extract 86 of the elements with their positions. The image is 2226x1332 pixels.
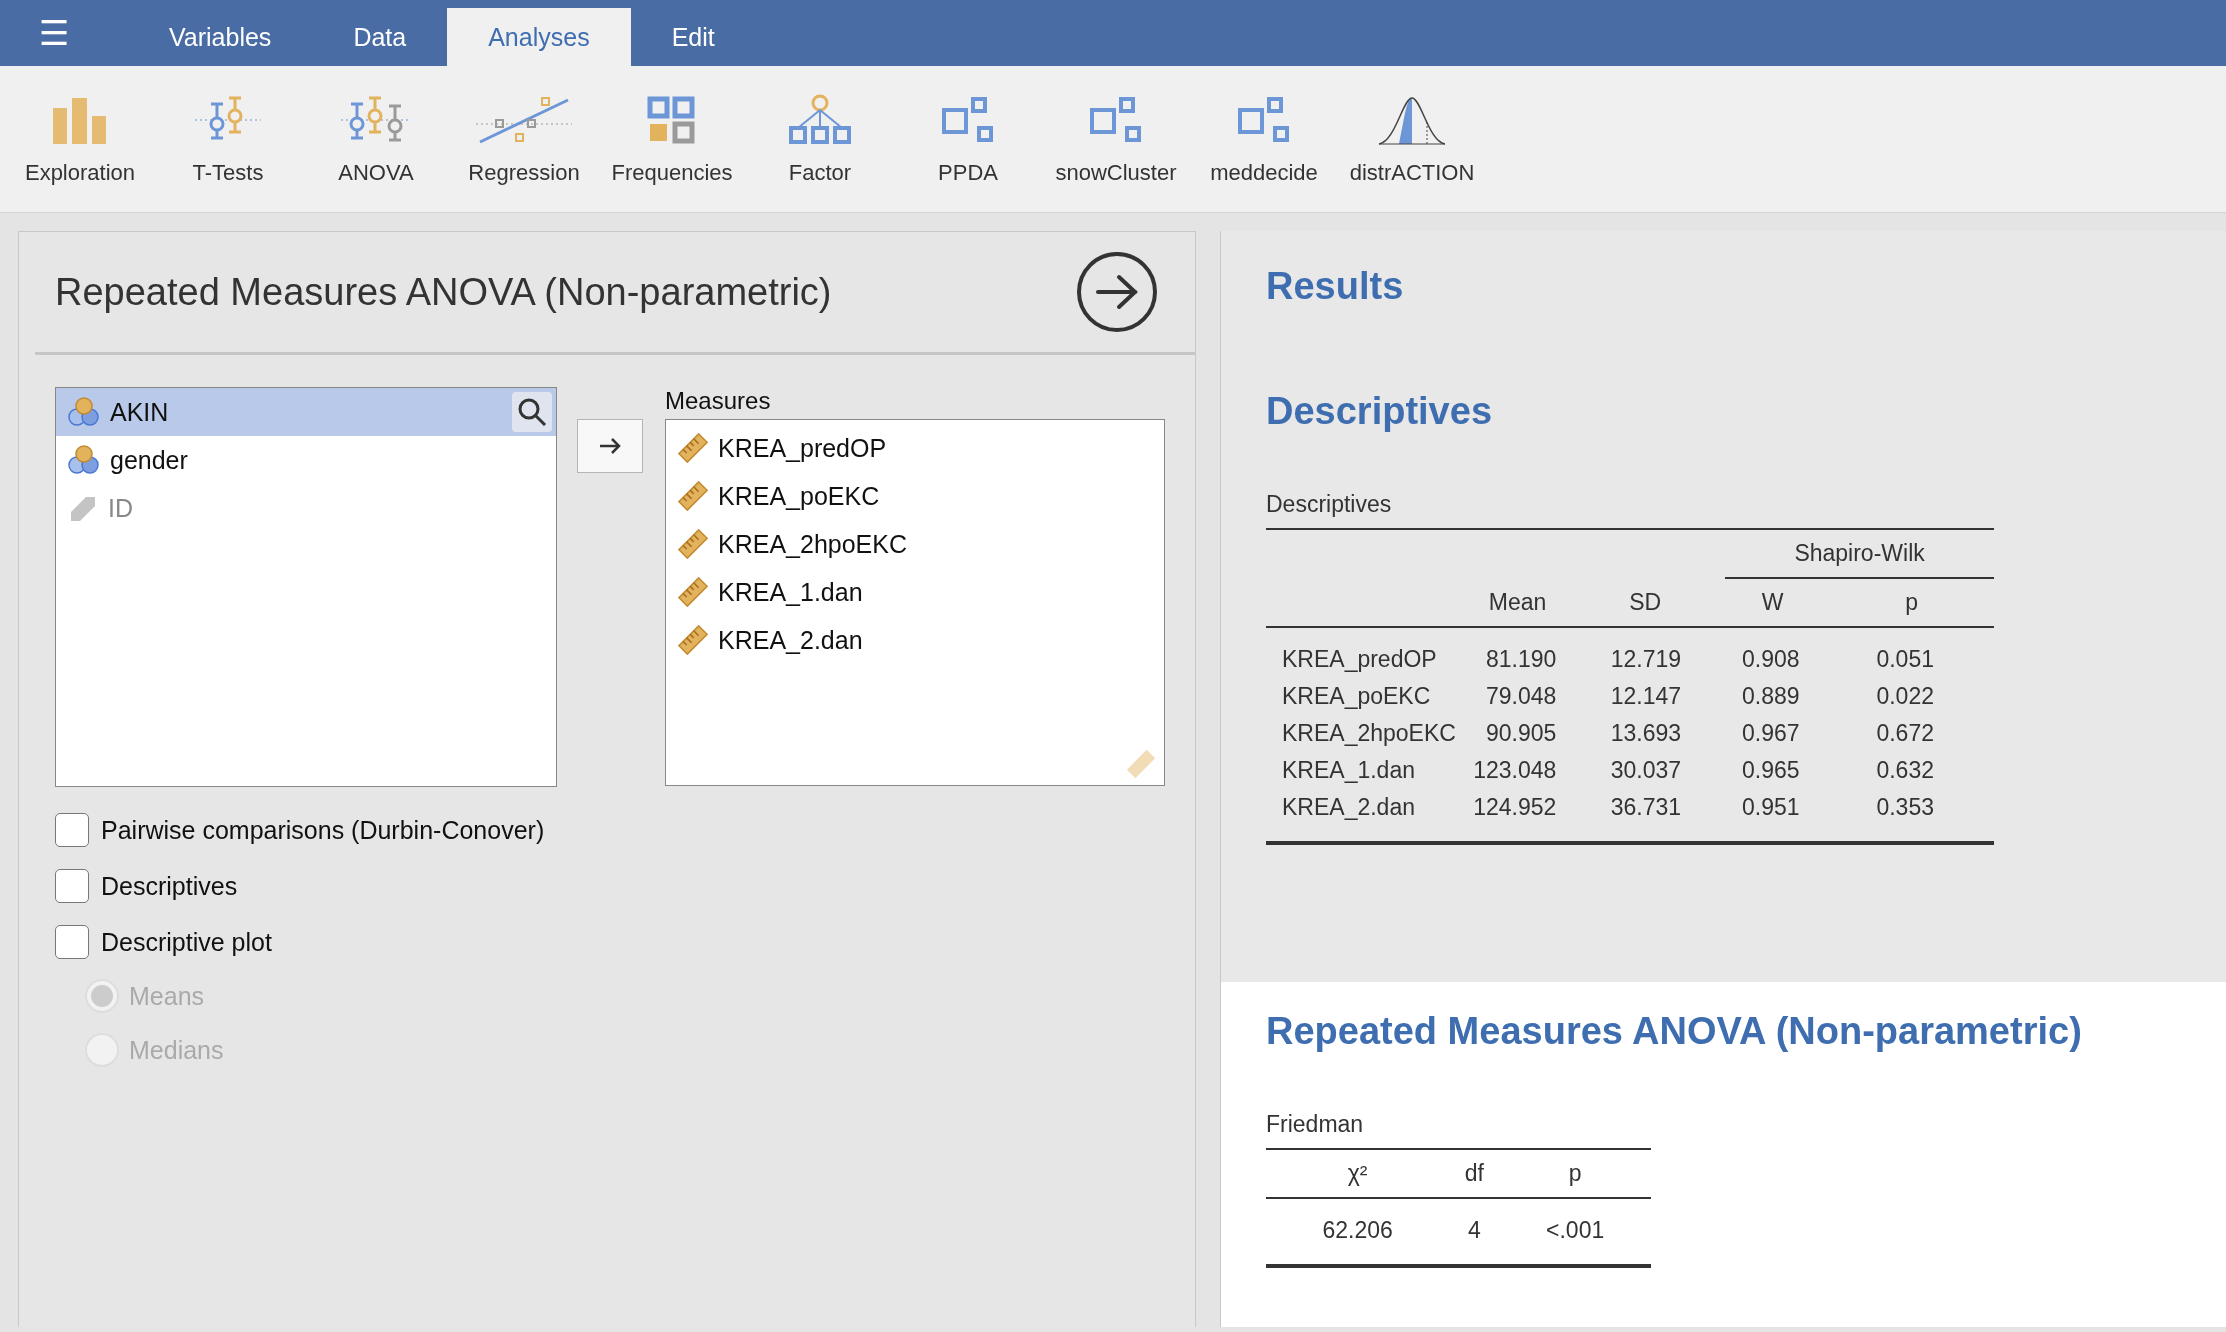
table-cell: KREA_predOP bbox=[1266, 627, 1456, 678]
table-cell: 4 bbox=[1449, 1198, 1500, 1267]
grid-icon bbox=[647, 96, 697, 146]
table-cell: 0.908 bbox=[1725, 627, 1860, 678]
table-cell-text: 0.965 bbox=[1741, 756, 1801, 785]
checkbox[interactable] bbox=[55, 813, 89, 847]
table-cell: 0.353 bbox=[1859, 789, 1994, 843]
table-cell-text: 0.022 bbox=[1875, 682, 1935, 711]
table-cell: 81.190 bbox=[1455, 627, 1595, 678]
nominal-variable-icon bbox=[68, 445, 100, 475]
table-cell: 0.951 bbox=[1725, 789, 1860, 843]
table-cell-text: 30.037 bbox=[1609, 756, 1683, 785]
toolbar-button[interactable]: Factor bbox=[746, 66, 894, 212]
panel-title: Repeated Measures ANOVA (Non-parametric) bbox=[55, 270, 832, 314]
section-heading: Repeated Measures ANOVA (Non-parametric) bbox=[1266, 1009, 2083, 1054]
tab[interactable]: Analyses bbox=[447, 8, 631, 66]
arrow-right-icon bbox=[598, 437, 622, 455]
column-header: df bbox=[1449, 1149, 1500, 1199]
variable-item[interactable]: KREA_2hpoEKC bbox=[666, 520, 1164, 568]
variable-item[interactable]: KREA_1.dan bbox=[666, 568, 1164, 616]
table-cell-text: 12.147 bbox=[1609, 682, 1683, 711]
table-cell-text: KREA_1.dan bbox=[1281, 756, 1416, 785]
radio-label: Medians bbox=[129, 1035, 224, 1065]
variable-item[interactable]: gender bbox=[56, 436, 556, 484]
radio-label: Means bbox=[129, 981, 205, 1011]
checkbox-label: Descriptives bbox=[101, 871, 238, 901]
table-cell-text: KREA_2hpoEKC bbox=[1281, 719, 1456, 748]
column-header: W bbox=[1725, 578, 1860, 627]
table-cell: KREA_2.dan bbox=[1266, 789, 1456, 843]
menu-button[interactable]: ☰ bbox=[26, 0, 82, 66]
column-header: χ² bbox=[1266, 1149, 1450, 1199]
column-header: p bbox=[1859, 578, 1994, 627]
toolbar-button[interactable]: ANOVA bbox=[302, 66, 450, 212]
table-cell-text: 13.693 bbox=[1609, 719, 1683, 748]
variable-item[interactable]: KREA_poEKC bbox=[666, 472, 1164, 520]
search-icon bbox=[517, 397, 547, 427]
checkbox-label: Descriptive plot bbox=[101, 927, 272, 957]
tab[interactable]: Edit bbox=[630, 8, 756, 66]
column-header: Mean bbox=[1455, 578, 1595, 627]
bell-curve-icon bbox=[1377, 94, 1447, 146]
toolbar-button[interactable]: meddecide bbox=[1190, 66, 1338, 212]
toolbar-button[interactable]: T-Tests bbox=[154, 66, 302, 212]
table-cell-text: 90.905 bbox=[1485, 719, 1558, 748]
table-cell: 124.952 bbox=[1455, 789, 1595, 843]
column-header: SD bbox=[1594, 578, 1726, 627]
checkbox[interactable] bbox=[55, 925, 89, 959]
table-cell-text: 0.672 bbox=[1875, 719, 1935, 748]
table-cell: 36.731 bbox=[1594, 789, 1726, 843]
table-cell: <.001 bbox=[1499, 1198, 1651, 1267]
table-cell: 62.206 bbox=[1266, 1198, 1450, 1267]
checkbox[interactable] bbox=[55, 869, 89, 903]
variable-item[interactable]: ID bbox=[56, 484, 556, 532]
column-header: p bbox=[1499, 1149, 1651, 1199]
table-cell: 12.719 bbox=[1594, 627, 1726, 678]
scatter-line-icon bbox=[476, 94, 572, 146]
nominal-variable-icon bbox=[68, 397, 100, 427]
table-title: Descriptives bbox=[1266, 491, 1393, 519]
table-cell-text: 0.889 bbox=[1741, 682, 1801, 711]
toolbar-button[interactable]: Regression bbox=[450, 66, 598, 212]
tag-icon bbox=[68, 494, 98, 522]
toolbar-button[interactable]: distrACTION bbox=[1338, 66, 1486, 212]
search-button[interactable] bbox=[512, 392, 552, 432]
table-cell-text: 79.048 bbox=[1485, 682, 1558, 711]
table-cell-text: KREA_poEKC bbox=[1281, 682, 1432, 711]
table-cell: 0.051 bbox=[1859, 627, 1994, 678]
variable-item[interactable]: KREA_predOP bbox=[666, 424, 1164, 472]
toolbar-button[interactable]: Frequencies bbox=[598, 66, 746, 212]
list-label: Measures bbox=[665, 387, 772, 416]
results-title: Results bbox=[1266, 265, 1405, 308]
table-cell-text: 0.967 bbox=[1741, 719, 1801, 748]
column-group-header: Shapiro-Wilk bbox=[1725, 529, 1994, 578]
toolbar-button[interactable]: snowCluster bbox=[1042, 66, 1190, 212]
toolbar-button[interactable]: PPDA bbox=[894, 66, 1042, 212]
tab[interactable]: Variables bbox=[128, 8, 313, 66]
run-button[interactable] bbox=[1077, 252, 1157, 332]
section-heading: Descriptives bbox=[1266, 390, 1493, 433]
checkbox-label: Pairwise comparisons (Durbin-Conover) bbox=[101, 815, 545, 845]
tab[interactable]: Data bbox=[312, 8, 448, 66]
table-cell-text: 123.048 bbox=[1472, 756, 1558, 785]
toolbar-button[interactable]: Exploration bbox=[6, 66, 154, 212]
variable-item[interactable]: AKIN bbox=[56, 388, 556, 436]
table-title: Friedman bbox=[1266, 1111, 1365, 1140]
hierarchy-icon bbox=[788, 94, 852, 146]
table-cell-text: 0.632 bbox=[1875, 756, 1935, 785]
variable-item[interactable]: KREA_2.dan bbox=[666, 616, 1164, 664]
move-button[interactable] bbox=[577, 419, 643, 473]
